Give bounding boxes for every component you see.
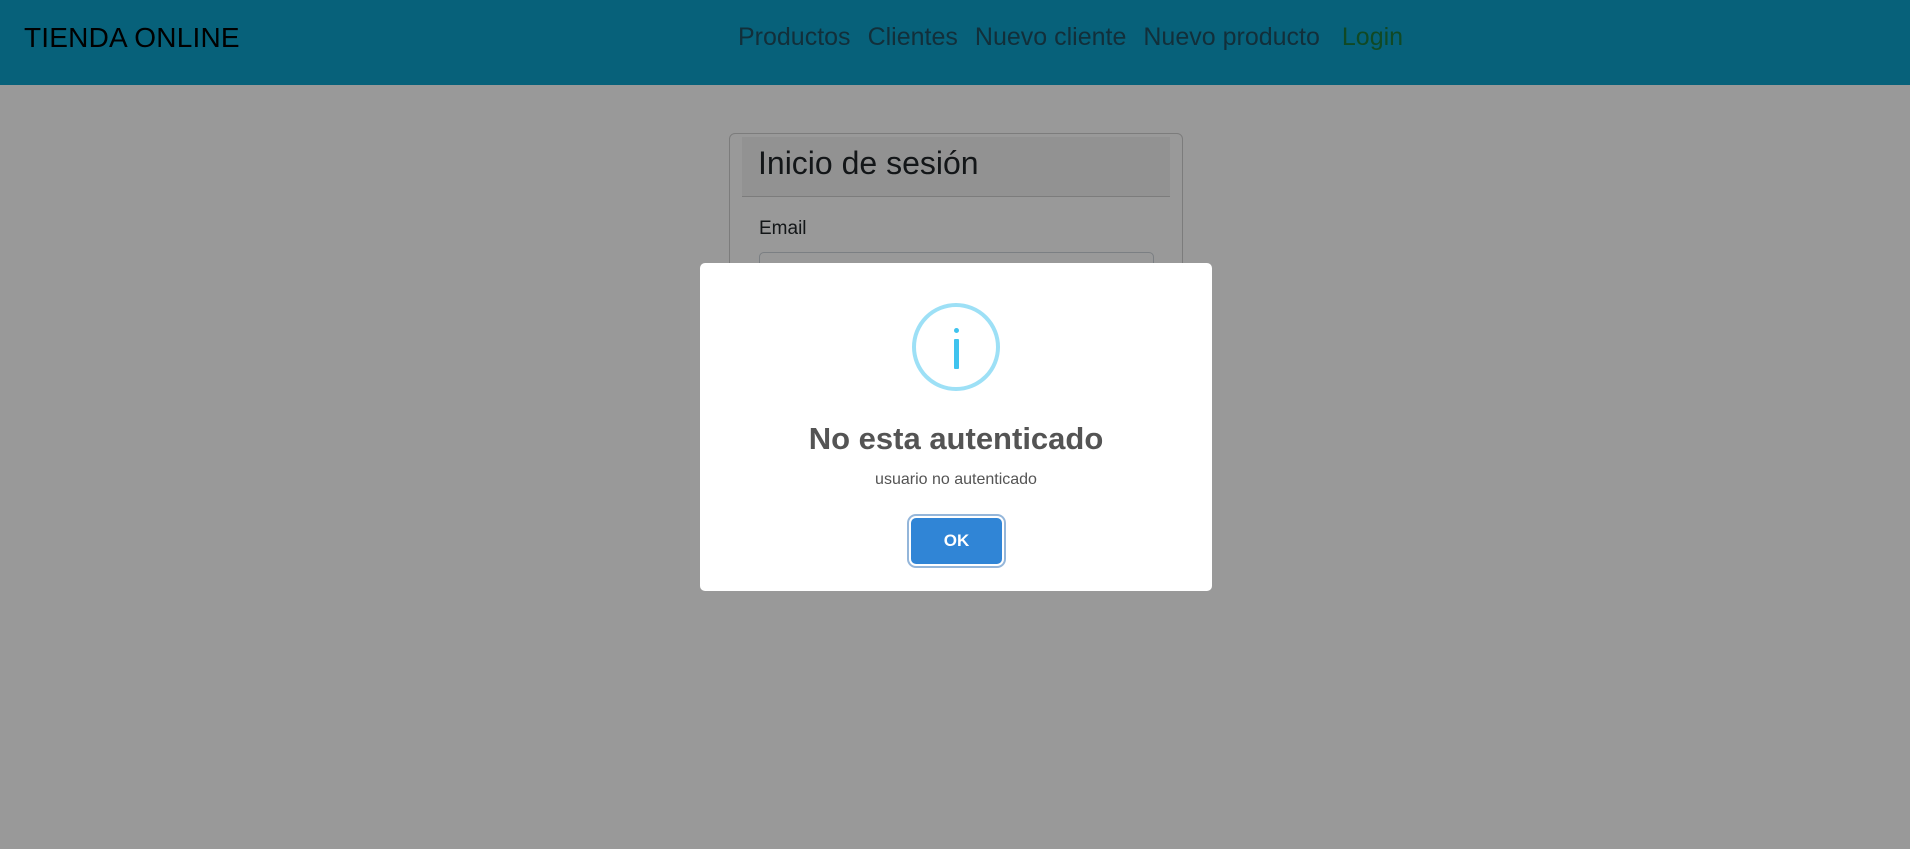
page: TIENDA ONLINE Productos Clientes Nuevo c… <box>0 0 1910 849</box>
info-icon <box>912 303 1000 391</box>
info-icon-bar <box>954 339 959 369</box>
info-icon-dot <box>954 328 959 333</box>
alert-dialog: No esta autenticado usuario no autentica… <box>700 263 1212 591</box>
alert-message: usuario no autenticado <box>875 471 1037 488</box>
alert-title: No esta autenticado <box>808 421 1104 456</box>
ok-button[interactable]: OK <box>911 518 1002 564</box>
